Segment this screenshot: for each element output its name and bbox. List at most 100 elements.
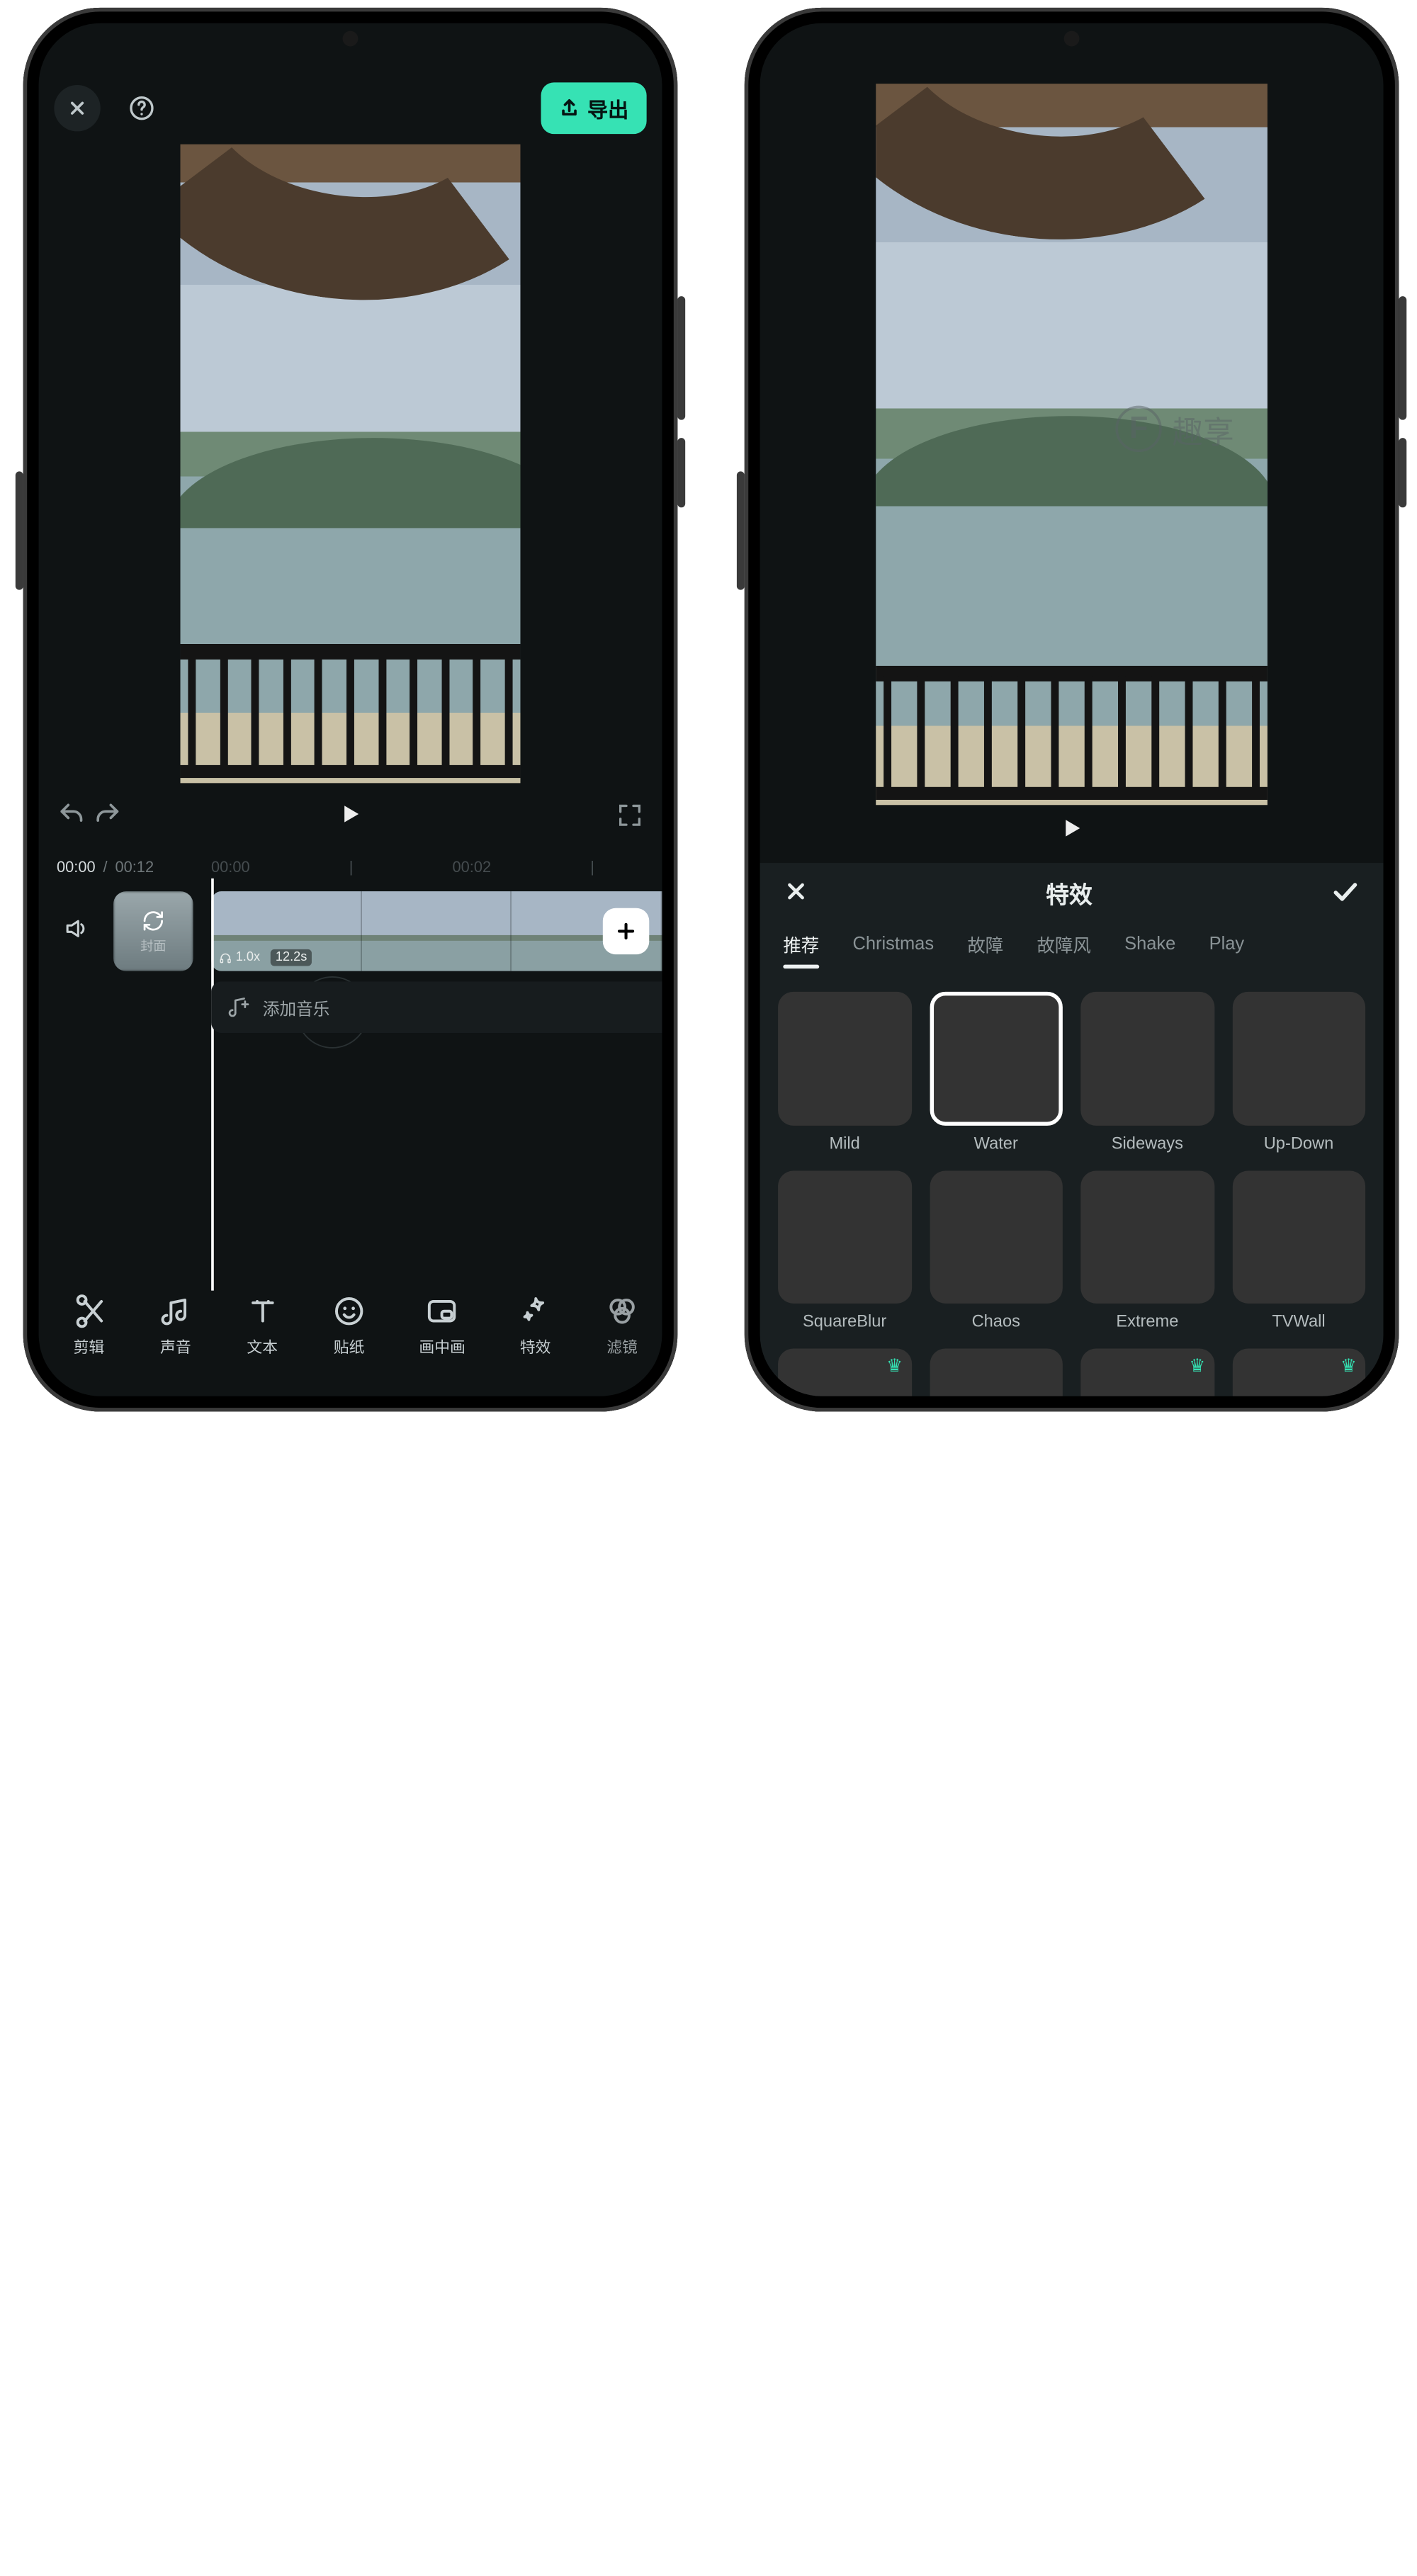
- time-total: 00:12: [115, 858, 154, 876]
- export-icon: [559, 98, 580, 118]
- top-bar: 导出: [54, 82, 646, 134]
- audio-icon: [159, 1294, 192, 1327]
- video-preview: [39, 142, 662, 786]
- effect-thumb: [778, 992, 911, 1125]
- panel-confirm-button[interactable]: [1329, 875, 1360, 913]
- sticker-icon: [332, 1294, 366, 1327]
- effect-thumb: [778, 1170, 911, 1304]
- export-button[interactable]: 导出: [541, 82, 647, 134]
- refresh-icon: [142, 909, 165, 932]
- effects-grid: Mild Water Sideways Up-Down SquareBlur Chaos E…: [760, 981, 1384, 1396]
- effect-mild[interactable]: Mild: [778, 992, 911, 1152]
- effect-label: Mild: [829, 1133, 859, 1152]
- tab-推荐[interactable]: 推荐: [783, 932, 819, 968]
- effect-water[interactable]: Water: [930, 992, 1063, 1152]
- effect-label: SquareBlur: [803, 1311, 886, 1331]
- phone-frame-left: 导出: [23, 8, 678, 1412]
- video-clip[interactable]: 1.0x 12.2s: [211, 891, 662, 971]
- effect-thumb: [1232, 1170, 1365, 1304]
- tool-label: 贴纸: [334, 1335, 365, 1357]
- effect-item[interactable]: [930, 1348, 1063, 1396]
- premium-icon: ♛: [1185, 1354, 1209, 1377]
- add-clip-button[interactable]: [603, 908, 649, 954]
- tool-label: 文本: [247, 1335, 278, 1357]
- time-current: 00:00: [57, 858, 96, 876]
- tool-fx[interactable]: 特效: [519, 1294, 552, 1357]
- tab-故障[interactable]: 故障: [967, 932, 1003, 968]
- effect-label: Up-Down: [1264, 1133, 1334, 1152]
- effect-thumb: [930, 1348, 1063, 1396]
- effect-item[interactable]: ♛: [1080, 1348, 1214, 1396]
- effects-screen: F 趣享 特效 推荐Christmas故障故障风ShakePlay Mil: [760, 23, 1384, 1396]
- effect-thumb: ♛: [1232, 1348, 1365, 1396]
- fullscreen-button[interactable]: [616, 801, 644, 835]
- effect-label: Sideways: [1112, 1133, 1183, 1152]
- tool-label: 剪辑: [74, 1335, 105, 1357]
- tool-label: 画中画: [419, 1335, 465, 1357]
- tool-label: 特效: [520, 1335, 551, 1357]
- effect-item[interactable]: ♛: [778, 1348, 911, 1396]
- video-track: 封面 1.0x 12.2s: [57, 891, 662, 971]
- fx-icon: [519, 1294, 552, 1327]
- text-icon: [246, 1294, 279, 1327]
- phone-frame-right: F 趣享 特效 推荐Christmas故障故障风ShakePlay Mil: [745, 8, 1399, 1412]
- cover-thumb[interactable]: 封面: [113, 891, 193, 971]
- tab-christmas[interactable]: Christmas: [853, 932, 935, 968]
- tool-pip[interactable]: 画中画: [419, 1294, 465, 1357]
- effect-label: Extreme: [1116, 1311, 1178, 1331]
- export-label: 导出: [587, 93, 628, 124]
- effect-thumb: [930, 992, 1063, 1125]
- tool-audio[interactable]: 声音: [159, 1294, 192, 1357]
- panel-close-button[interactable]: [783, 878, 808, 910]
- playhead[interactable]: [211, 879, 214, 1291]
- video-preview: F 趣享: [760, 82, 1384, 806]
- tab-play[interactable]: Play: [1209, 932, 1245, 968]
- effect-thumb: [930, 1170, 1063, 1304]
- play-button[interactable]: [1058, 814, 1086, 850]
- pip-icon: [426, 1294, 459, 1327]
- premium-icon: ♛: [883, 1354, 906, 1377]
- effects-panel: 特效 推荐Christmas故障故障风ShakePlay MildWaterSi…: [760, 863, 1384, 1396]
- tool-filter[interactable]: 滤镜: [605, 1294, 638, 1357]
- effect-thumb: ♛: [1080, 1348, 1214, 1396]
- tool-label: 滤镜: [606, 1335, 638, 1357]
- tab-故障风[interactable]: 故障风: [1037, 932, 1091, 968]
- effect-chaos[interactable]: Chaos: [930, 1170, 1063, 1331]
- effect-squareblur[interactable]: SquareBlur: [778, 1170, 911, 1331]
- tool-label: 声音: [160, 1335, 191, 1357]
- tool-sticker[interactable]: 贴纸: [332, 1294, 366, 1357]
- add-music-row[interactable]: 添加音乐: [211, 981, 662, 1033]
- effect-tvwall[interactable]: TVWall: [1232, 1170, 1365, 1331]
- effect-up-down[interactable]: Up-Down: [1232, 992, 1365, 1152]
- close-button[interactable]: [54, 85, 100, 131]
- cover-label: 封面: [140, 934, 166, 954]
- effect-sideways[interactable]: Sideways: [1080, 992, 1214, 1152]
- filter-icon: [605, 1294, 638, 1327]
- effect-label: TVWall: [1272, 1311, 1325, 1331]
- mute-button[interactable]: [57, 915, 96, 947]
- premium-icon: ♛: [1337, 1354, 1360, 1377]
- clip-speed: 1.0x: [236, 951, 260, 965]
- effects-tabs: 推荐 Christmas 故障故障风 Shake Play: [760, 925, 1384, 981]
- help-button[interactable]: [118, 85, 164, 131]
- time-ruler[interactable]: 00:00 / 00:12 00:00| 00:02|: [57, 858, 644, 876]
- tool-cut[interactable]: 剪辑: [72, 1294, 106, 1357]
- effect-item[interactable]: ♛: [1232, 1348, 1365, 1396]
- clip-duration: 12.2s: [271, 949, 312, 966]
- editor-screen: 导出: [39, 23, 662, 1396]
- effect-extreme[interactable]: Extreme: [1080, 1170, 1214, 1331]
- preview-watermark: F 趣享: [1115, 406, 1233, 452]
- redo-button[interactable]: [91, 799, 123, 837]
- tab-shake[interactable]: Shake: [1124, 932, 1175, 968]
- effect-thumb: ♛: [778, 1348, 911, 1396]
- bottom-toolbar: 剪辑 声音 文本 贴纸 画中画 特效 滤镜: [39, 1277, 662, 1373]
- tool-text[interactable]: 文本: [246, 1294, 279, 1357]
- play-button[interactable]: [336, 800, 364, 836]
- headphones-icon: [219, 951, 232, 964]
- cut-icon: [72, 1294, 106, 1327]
- effect-label: Water: [974, 1133, 1018, 1152]
- undo-button[interactable]: [57, 799, 88, 837]
- effect-thumb: [1080, 1170, 1214, 1304]
- effect-thumb: [1232, 992, 1365, 1125]
- transport-bar: [57, 791, 644, 844]
